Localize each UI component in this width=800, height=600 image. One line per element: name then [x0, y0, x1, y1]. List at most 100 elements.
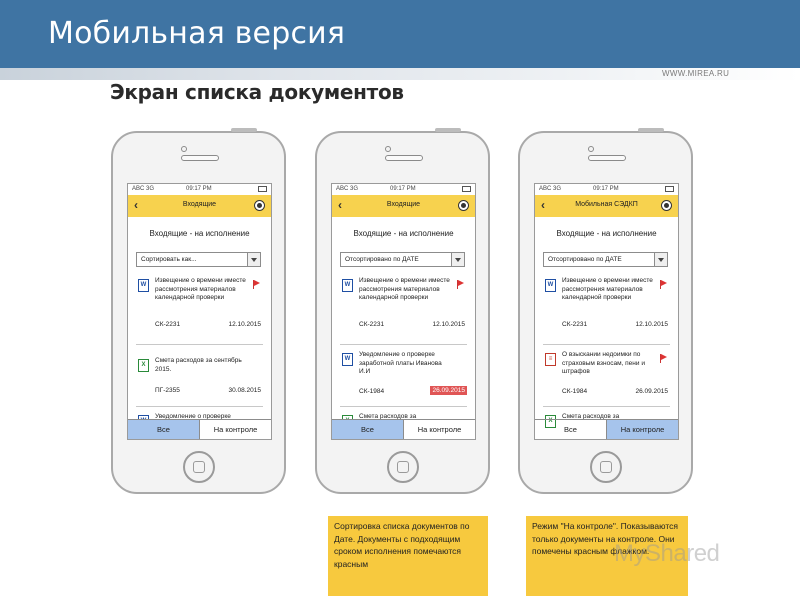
document-item[interactable]: W Извещение о времени иместе рассмотрени…	[332, 277, 475, 331]
bottom-tabs: Все На контроле	[128, 419, 271, 439]
list-title: Входящие - на исполнение	[353, 229, 454, 238]
chevron-down-icon[interactable]	[451, 253, 464, 266]
globe-icon[interactable]	[661, 200, 672, 211]
document-item[interactable]: ≡ О взыскании недоимки по страховым взно…	[535, 351, 678, 399]
document-title: О взыскании недоимки по страховым взноса…	[562, 351, 645, 375]
divider	[136, 406, 263, 407]
document-item[interactable]: W Извещение о времени иместе рассмотрени…	[128, 277, 271, 331]
app-bar-title: Мобильная СЭДКП	[575, 201, 638, 208]
document-item[interactable]: X Смета расходов за сентябрь 2015. ПГ-23…	[128, 357, 271, 399]
slide-subtitle: Экран списка документов	[110, 80, 404, 104]
sort-dropdown[interactable]: Отсортировано по ДАТЕ	[543, 252, 668, 267]
chevron-down-icon[interactable]	[654, 253, 667, 266]
home-button[interactable]	[387, 451, 419, 483]
list-title: Входящие - на исполнение	[556, 229, 657, 238]
app-bar: ‹ Входящие	[332, 195, 475, 217]
divider	[543, 344, 670, 345]
battery-icon	[462, 186, 471, 192]
sort-dropdown-value: Отсортировано по ДАТЕ	[345, 256, 419, 263]
word-doc-icon: W	[342, 353, 353, 366]
document-title: Извещение о времени иместе рассмотрения …	[155, 277, 246, 301]
status-time: 09:17 PM	[390, 186, 416, 192]
divider	[340, 406, 467, 407]
document-item[interactable]: W Уведомление о проверке заработной плат…	[332, 351, 475, 399]
slide-title: Мобильная версия	[48, 16, 346, 51]
red-flag-icon	[253, 280, 261, 289]
divider	[340, 344, 467, 345]
tab-on-control[interactable]: На контроле	[199, 420, 271, 439]
status-bar: ABC 3G 09:17 PM	[128, 184, 271, 195]
chevron-down-icon[interactable]	[247, 253, 260, 266]
bottom-tabs: Все На контроле	[332, 419, 475, 439]
globe-icon[interactable]	[254, 200, 265, 211]
document-number: ПГ-2355	[155, 387, 180, 394]
phone-screen: ABC 3G 09:17 PM ‹ Входящие Входящие - на…	[331, 183, 476, 440]
excel-doc-icon: X	[138, 359, 149, 372]
home-button-square	[397, 461, 409, 473]
red-flag-icon	[457, 280, 465, 289]
document-title: Извещение о времени иместе рассмотрения …	[562, 277, 653, 301]
divider	[136, 344, 263, 345]
carrier-label: ABC 3G	[539, 186, 562, 192]
tab-all[interactable]: Все	[535, 420, 606, 439]
document-number: СК-2231	[359, 321, 385, 328]
app-bar-title: Входящие	[182, 201, 217, 208]
pdf-doc-icon: ≡	[545, 353, 556, 366]
home-button[interactable]	[183, 451, 215, 483]
battery-icon	[258, 186, 267, 192]
tab-all[interactable]: Все	[128, 420, 199, 439]
globe-icon[interactable]	[458, 200, 469, 211]
word-doc-icon: W	[138, 279, 149, 292]
red-flag-icon	[660, 280, 668, 289]
document-date: 12.10.2015	[228, 321, 261, 328]
sort-dropdown[interactable]: Сортировать как...	[136, 252, 261, 267]
tab-on-control[interactable]: На контроле	[403, 420, 475, 439]
carrier-label: ABC 3G	[132, 186, 155, 192]
tab-on-control[interactable]: На контроле	[606, 420, 678, 439]
power-button	[435, 128, 461, 132]
camera-dot	[385, 146, 391, 152]
document-date: 12.10.2015	[432, 321, 465, 328]
home-button-square	[193, 461, 205, 473]
sort-dropdown[interactable]: Отсортировано по ДАТЕ	[340, 252, 465, 267]
app-bar-title: Входящие	[386, 201, 421, 208]
speaker-grille	[385, 155, 423, 161]
document-title: Извещение о времени иместе рассмотрения …	[359, 277, 450, 301]
phone-mockup-2: ABC 3G 09:17 PM ‹ Входящие Входящие - на…	[315, 128, 490, 494]
document-date: 12.10.2015	[635, 321, 668, 328]
phone-screen: ABC 3G 09:17 PM ‹ Входящие Входящие - на…	[127, 183, 272, 440]
power-button	[231, 128, 257, 132]
document-date: 26.09.2015	[635, 388, 668, 395]
speaker-grille	[588, 155, 626, 161]
word-doc-icon: W	[342, 279, 353, 292]
app-bar: ‹ Мобильная СЭДКП	[535, 195, 678, 217]
bottom-tabs: Все На контроле	[535, 419, 678, 439]
sort-dropdown-value: Сортировать как...	[141, 256, 197, 263]
status-time: 09:17 PM	[593, 186, 619, 192]
phone-mockup-3: ABC 3G 09:17 PM ‹ Мобильная СЭДКП Входящ…	[518, 128, 693, 494]
tab-all[interactable]: Все	[332, 420, 403, 439]
phone-mockup-1: ABC 3G 09:17 PM ‹ Входящие Входящие - на…	[111, 128, 286, 494]
document-title: Уведомление о проверке заработной платы …	[359, 351, 442, 375]
status-time: 09:17 PM	[186, 186, 212, 192]
battery-icon	[665, 186, 674, 192]
document-date-overdue: 26.09.2015	[430, 386, 467, 395]
camera-dot	[181, 146, 187, 152]
slide-header: Мобильная версия	[0, 0, 800, 68]
document-date: 30.08.2015	[228, 387, 261, 394]
sort-dropdown-value: Отсортировано по ДАТЕ	[548, 256, 622, 263]
document-item[interactable]: W Извещение о времени иместе рассмотрени…	[535, 277, 678, 331]
red-flag-icon	[660, 354, 668, 363]
word-doc-icon: W	[545, 279, 556, 292]
site-url: WWW.MIREA.RU	[662, 69, 730, 78]
phone-screen: ABC 3G 09:17 PM ‹ Мобильная СЭДКП Входящ…	[534, 183, 679, 440]
home-button[interactable]	[590, 451, 622, 483]
document-number: СК-1984	[359, 388, 385, 395]
speaker-grille	[181, 155, 219, 161]
app-bar: ‹ Входящие	[128, 195, 271, 217]
carrier-label: ABC 3G	[336, 186, 359, 192]
status-bar: ABC 3G 09:17 PM	[332, 184, 475, 195]
list-title: Входящие - на исполнение	[149, 229, 250, 238]
document-number: СК-2231	[155, 321, 181, 328]
watermark: MyShared	[614, 540, 720, 567]
